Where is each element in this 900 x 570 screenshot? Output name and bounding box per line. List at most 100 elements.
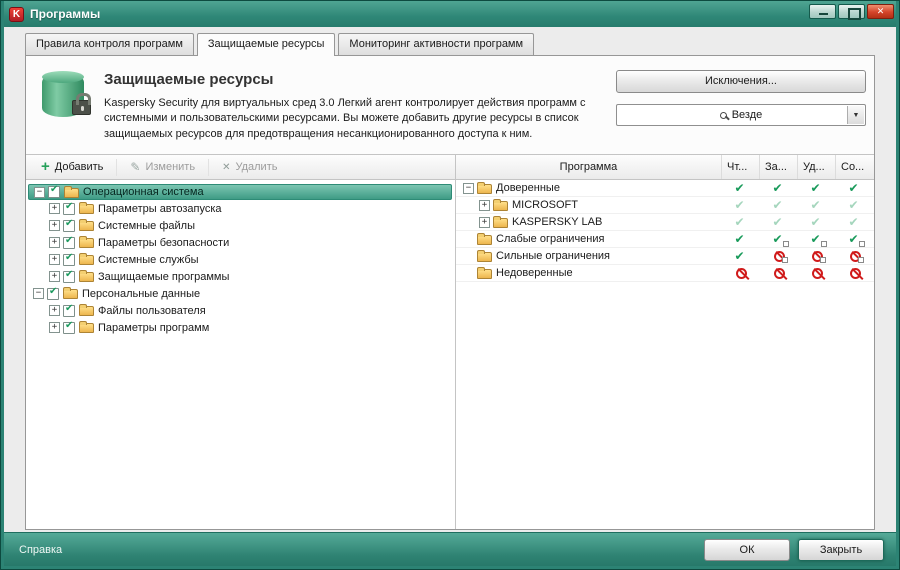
allow-inherited-icon[interactable] [811, 199, 824, 212]
collapse-icon[interactable] [34, 186, 45, 198]
expand-icon[interactable] [479, 216, 490, 228]
checkbox-icon[interactable] [48, 184, 60, 199]
tree-item-system-files[interactable]: Системные файлы [26, 217, 455, 234]
block-prompt-icon[interactable] [849, 250, 864, 263]
expand-icon[interactable] [479, 199, 490, 211]
search-icon [719, 111, 727, 119]
checkbox-icon[interactable] [63, 269, 75, 283]
table-row-low-restricted[interactable]: Слабые ограничения [456, 231, 874, 249]
perm-cell [760, 180, 798, 196]
delete-button[interactable]: Удалить [208, 158, 290, 176]
allow-inherited-icon[interactable] [735, 199, 748, 212]
maximize-icon[interactable] [838, 4, 865, 20]
perm-cell [760, 265, 798, 281]
expand-icon[interactable] [49, 322, 60, 334]
folder-icon [79, 202, 94, 215]
allow-icon[interactable] [735, 182, 748, 195]
group-label: Недоверенные [496, 267, 573, 280]
block-prompt-icon[interactable] [811, 250, 826, 263]
allow-inherited-icon[interactable] [735, 216, 748, 229]
allow-inherited-icon[interactable] [773, 199, 786, 212]
tab-application-activity-monitoring[interactable]: Мониторинг активности программ [338, 33, 535, 55]
perm-cell [722, 214, 760, 230]
expand-icon[interactable] [49, 203, 60, 215]
ok-button[interactable]: ОК [704, 538, 790, 561]
search-scope-value: Везде [731, 109, 763, 121]
collapse-icon[interactable] [463, 182, 474, 194]
checkbox-icon[interactable] [63, 201, 75, 215]
allow-prompt-icon[interactable] [849, 233, 865, 247]
table-row-microsoft[interactable]: MICROSOFT [456, 197, 874, 215]
block-icon[interactable] [735, 267, 747, 279]
folder-icon [477, 232, 492, 245]
checkbox-icon[interactable] [63, 320, 75, 334]
allow-icon[interactable] [735, 250, 748, 263]
tab-application-control-rules[interactable]: Правила контроля программ [25, 33, 194, 55]
allow-icon[interactable] [735, 233, 748, 246]
block-icon[interactable] [811, 267, 823, 279]
block-icon[interactable] [849, 267, 861, 279]
allow-inherited-icon[interactable] [849, 199, 862, 212]
group-label: KASPERSKY LAB [512, 216, 603, 229]
expand-icon[interactable] [49, 237, 60, 249]
tree-item-user-files[interactable]: Файлы пользователя [26, 302, 455, 319]
checkbox-icon[interactable] [63, 235, 75, 249]
checkbox-icon[interactable] [63, 218, 75, 232]
search-scope-combobox[interactable]: Везде [616, 104, 866, 126]
add-button[interactable]: Добавить [35, 159, 116, 176]
checkbox-icon[interactable] [63, 303, 75, 317]
tree-item-label: Параметры безопасности [98, 236, 230, 249]
help-link[interactable]: Справка [19, 544, 62, 556]
panel-header: Защищаемые ресурсы Kaspersky Security дл… [26, 56, 874, 154]
exclusions-button[interactable]: Исключения... [616, 70, 866, 93]
tree-item-security-settings[interactable]: Параметры безопасности [26, 234, 455, 251]
expand-icon[interactable] [49, 220, 60, 232]
minimize-icon[interactable] [809, 4, 836, 19]
tree-item-program-settings[interactable]: Параметры программ [26, 319, 455, 336]
collapse-icon[interactable] [33, 288, 44, 300]
allow-icon[interactable] [849, 182, 862, 195]
perm-cell [798, 248, 836, 264]
checkbox-icon[interactable] [47, 286, 59, 300]
titlebar[interactable]: Программы [4, 1, 896, 27]
block-prompt-icon[interactable] [773, 250, 788, 263]
allow-inherited-icon[interactable] [773, 216, 786, 229]
tree-item-autorun-settings[interactable]: Параметры автозапуска [26, 200, 455, 217]
page-description: Kaspersky Security для виртуальных сред … [104, 97, 586, 140]
tree-item-label: Защищаемые программы [98, 270, 230, 283]
close-icon[interactable] [867, 4, 894, 19]
block-icon[interactable] [773, 267, 785, 279]
perm-cell [722, 197, 760, 213]
allow-prompt-icon[interactable] [811, 233, 827, 247]
table-row-trusted[interactable]: Доверенные [456, 180, 874, 198]
tree-item-system-services[interactable]: Системные службы [26, 251, 455, 268]
tree-item-protected-programs[interactable]: Защищаемые программы [26, 268, 455, 285]
table-row-high-restricted[interactable]: Сильные ограничения [456, 248, 874, 266]
allow-inherited-icon[interactable] [811, 216, 824, 229]
expand-icon[interactable] [49, 254, 60, 266]
tree-item-personal-data[interactable]: Персональные данные [26, 285, 455, 302]
allow-icon[interactable] [811, 182, 824, 195]
checkbox-icon[interactable] [63, 252, 75, 266]
chevron-down-icon[interactable] [847, 106, 864, 124]
table-row-kaspersky-lab[interactable]: KASPERSKY LAB [456, 214, 874, 232]
allow-icon[interactable] [773, 182, 786, 195]
tree-item-operating-system[interactable]: Операционная система [28, 184, 452, 201]
delete-x-icon [222, 161, 230, 173]
allow-inherited-icon[interactable] [849, 216, 862, 229]
folder-icon [79, 253, 94, 266]
expand-icon[interactable] [49, 271, 60, 283]
tab-protected-resources[interactable]: Защищаемые ресурсы [196, 33, 336, 56]
perm-cell [798, 214, 836, 230]
resources-tree: Операционная система Параметры автозапус… [26, 180, 455, 529]
expand-icon[interactable] [49, 305, 60, 317]
table-row-untrusted[interactable]: Недоверенные [456, 265, 874, 283]
tree-item-label: Файлы пользователя [98, 304, 206, 317]
window-controls [809, 4, 894, 20]
close-button[interactable]: Закрыть [798, 538, 884, 561]
group-label: MICROSOFT [512, 199, 578, 212]
allow-prompt-icon[interactable] [773, 233, 789, 247]
edit-button[interactable]: Изменить [116, 158, 208, 176]
lock-icon [72, 93, 91, 115]
dialog-body: Правила контроля программ Защищаемые рес… [4, 27, 896, 532]
